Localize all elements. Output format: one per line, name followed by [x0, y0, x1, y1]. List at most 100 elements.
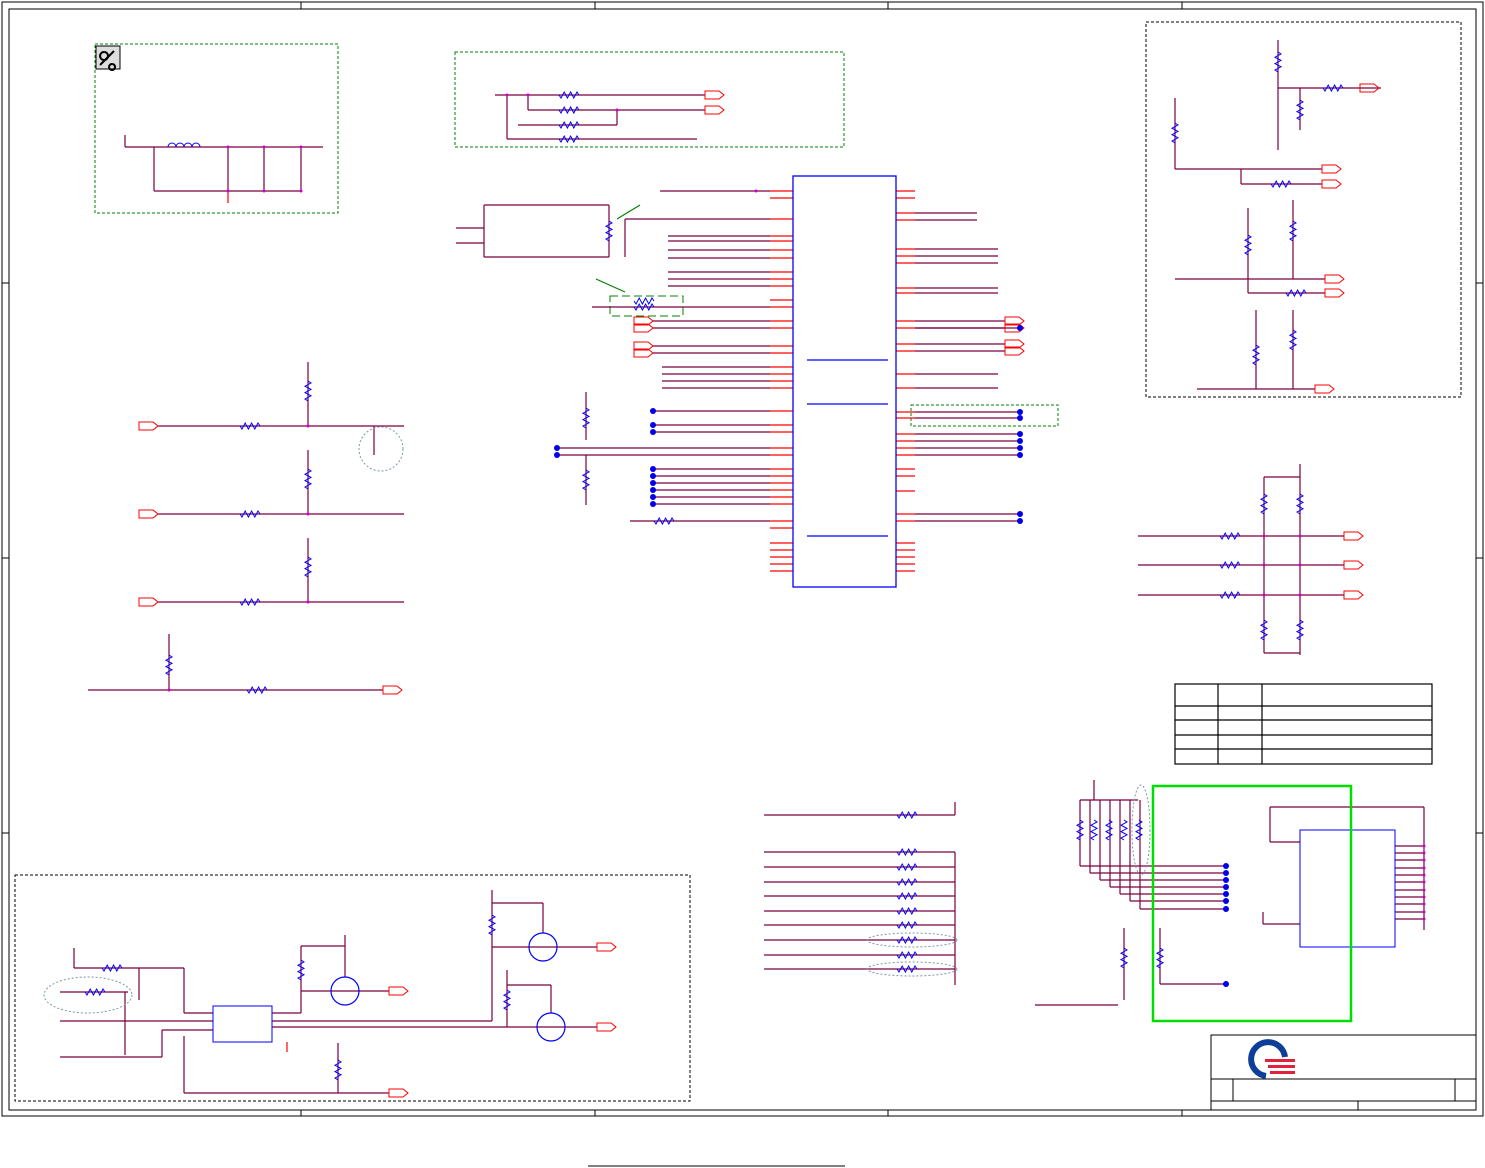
port-flag [388, 1088, 409, 1098]
junction [262, 145, 266, 149]
title-block [1210, 1034, 1477, 1111]
port-flag [1321, 179, 1342, 189]
port-flag [704, 105, 725, 115]
junction [526, 93, 530, 97]
port-flag [1343, 531, 1364, 541]
junction [1262, 534, 1266, 538]
net-marker [650, 466, 656, 472]
junction [1422, 873, 1426, 877]
highlight-region [1151, 784, 1353, 1023]
junction [299, 145, 303, 149]
net-marker [1017, 325, 1023, 331]
port-flag [138, 509, 159, 519]
port-flag [1321, 164, 1342, 174]
net-marker [650, 501, 656, 507]
net-marker [650, 487, 656, 493]
port-flag [1324, 274, 1345, 284]
junction [1422, 917, 1426, 921]
schematic-sheet [1, 1, 1484, 1167]
dashed-ellipses [43, 426, 1151, 1014]
net-marker [554, 452, 560, 458]
main-ic [792, 175, 897, 588]
junction [1422, 888, 1426, 892]
net-marker [650, 422, 656, 428]
junction [226, 145, 230, 149]
resistor-net-box [454, 51, 845, 148]
junction [505, 93, 509, 97]
junction [754, 189, 758, 193]
port-flag [138, 421, 159, 431]
junction [1422, 844, 1426, 848]
net-marker [1017, 438, 1023, 444]
junction [1422, 851, 1426, 855]
resistor-symbol [1134, 819, 1144, 841]
resistor-symbol [1089, 819, 1099, 841]
junction [299, 189, 303, 193]
tool-icon [95, 45, 121, 71]
resistors [84, 51, 1344, 1081]
junction [1422, 880, 1426, 884]
junction [1422, 858, 1426, 862]
wire [616, 204, 641, 220]
net-marker [1017, 445, 1023, 451]
net-marker [1223, 863, 1229, 869]
net-marker [650, 480, 656, 486]
junction [1298, 563, 1302, 567]
pin-table [1174, 683, 1433, 765]
port-flag [596, 942, 617, 952]
junction [1262, 563, 1266, 567]
port-flag [596, 1022, 617, 1032]
net-marker [1017, 511, 1023, 517]
net-marker [1017, 409, 1023, 415]
port-flag [704, 90, 725, 100]
port-flag [138, 597, 159, 607]
junction [167, 688, 171, 692]
net-marker [1017, 452, 1023, 458]
wires [60, 40, 1425, 1094]
junction [226, 189, 230, 193]
net-marker [1223, 877, 1229, 883]
net-marker [1017, 415, 1023, 421]
port-flag [382, 685, 403, 695]
junction [1298, 534, 1302, 538]
port-flag [1324, 288, 1345, 298]
junction [306, 600, 310, 604]
mosfet-icon [330, 932, 566, 1042]
net-marker [1223, 891, 1229, 897]
wire [595, 278, 626, 293]
resistor-symbol [633, 296, 655, 306]
net-marker [554, 445, 560, 451]
port-flag [388, 986, 409, 996]
junction [1422, 910, 1426, 914]
net-marker [1223, 898, 1229, 904]
net-marker [1223, 884, 1229, 890]
transistor-box [1145, 21, 1462, 398]
net-marker [1223, 906, 1229, 912]
junction [1422, 902, 1426, 906]
port-flag [1343, 590, 1364, 600]
net-marker [650, 494, 656, 500]
port-flag [1343, 560, 1364, 570]
resistor-symbol [1104, 819, 1114, 841]
junction [306, 424, 310, 428]
sheet-frame [1, 1, 1484, 1167]
net-marker [1017, 518, 1023, 524]
resistor-symbol [1119, 819, 1129, 841]
net-marker [650, 408, 656, 414]
junction [1422, 895, 1426, 899]
junction [306, 512, 310, 516]
logo [1248, 1039, 1295, 1079]
mosfet-box [14, 874, 691, 1102]
junction [615, 108, 619, 112]
net-marker [1017, 431, 1023, 437]
net-group-box [910, 404, 1059, 427]
net-marker [1223, 870, 1229, 876]
junction [1298, 593, 1302, 597]
junction [1422, 866, 1426, 870]
junction [262, 189, 266, 193]
net-marker [650, 473, 656, 479]
junction [1262, 593, 1266, 597]
net-marker [650, 429, 656, 435]
net-marker [1223, 981, 1229, 987]
port-flag [1314, 384, 1335, 394]
